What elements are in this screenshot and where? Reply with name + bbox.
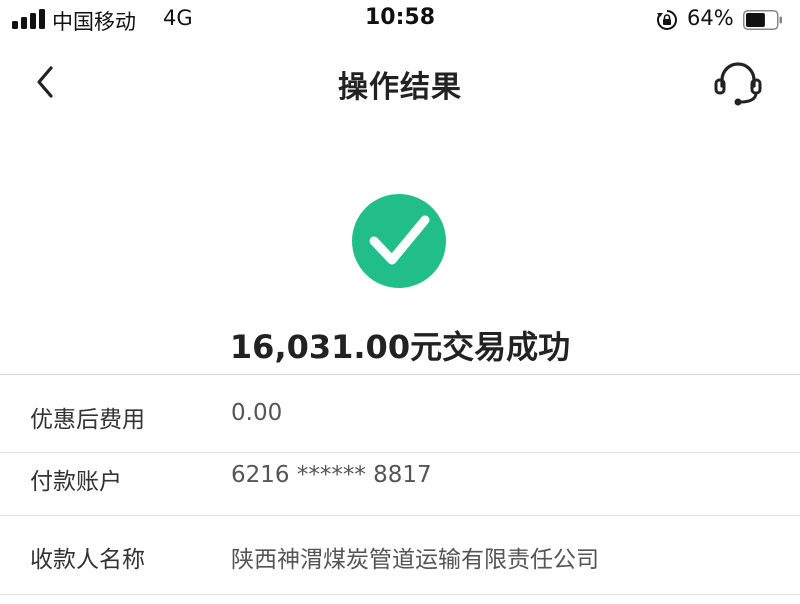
headset-icon[interactable] xyxy=(712,60,764,108)
detail-label: 优惠后费用 xyxy=(30,407,145,433)
battery-icon xyxy=(743,10,782,30)
battery-percentage: 64% xyxy=(687,6,734,30)
detail-value: 0.00 xyxy=(231,400,283,426)
detail-row-payer-account: 付款账户 6216 ****** 8817 xyxy=(0,444,800,514)
divider xyxy=(0,594,800,595)
page-title: 操作结果 xyxy=(338,70,462,105)
check-circle-icon xyxy=(352,194,446,288)
divider xyxy=(0,374,800,375)
status-time: 10:58 xyxy=(364,5,436,30)
rotation-lock-icon xyxy=(657,10,677,30)
detail-row-payee-name: 收款人名称 陕西神渭煤炭管道运输有限责任公司 xyxy=(0,520,800,590)
detail-value: 陕西神渭煤炭管道运输有限责任公司 xyxy=(231,547,599,573)
detail-label: 付款账户 xyxy=(30,469,122,495)
status-bar: 中国移动 4G 10:58 64% xyxy=(0,0,800,40)
detail-row-fee: 优惠后费用 0.00 xyxy=(0,378,800,448)
detail-label: 收款人名称 xyxy=(30,547,145,573)
nav-bar: 操作结果 xyxy=(0,40,800,124)
transaction-result: 16,031.00元交易成功 xyxy=(229,328,571,366)
detail-value: 6216 ****** 8817 xyxy=(231,462,432,488)
divider xyxy=(0,515,800,516)
